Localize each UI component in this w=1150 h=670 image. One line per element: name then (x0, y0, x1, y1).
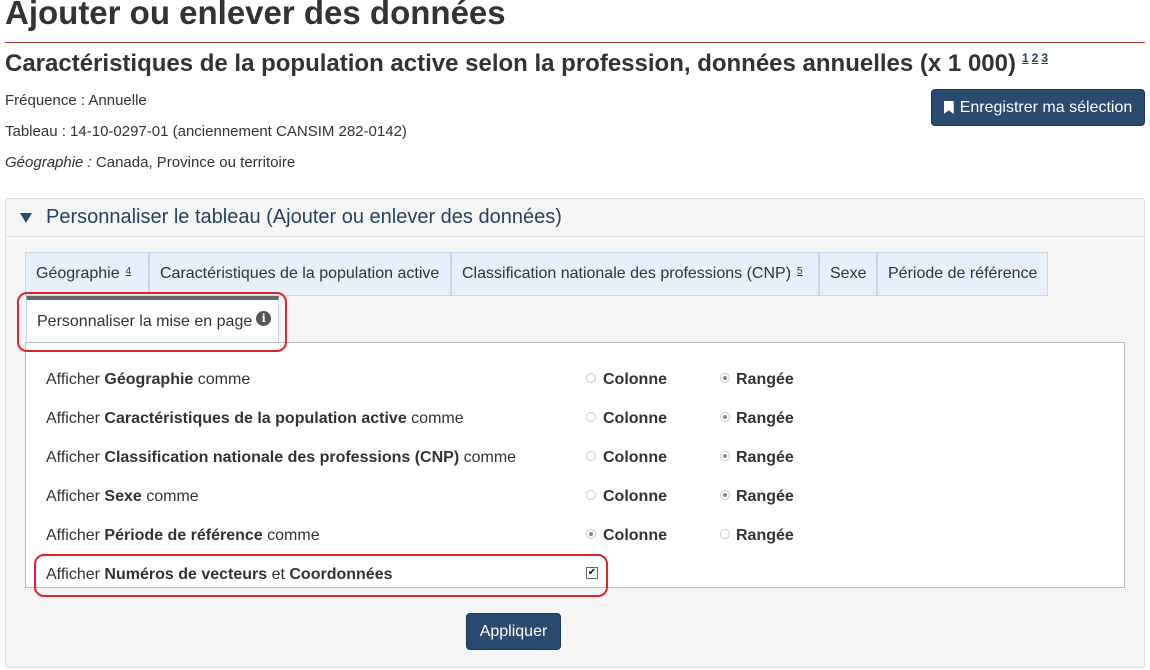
row-prefix: Afficher (46, 488, 105, 505)
layout-row: Afficher Classification nationale des pr… (46, 447, 1106, 471)
triangle-down-icon (20, 212, 32, 223)
geography-value: Canada, Province ou territoire (95, 154, 296, 171)
table-subtitle: Caractéristiques de la population active… (5, 50, 1051, 78)
geography-label: Géographie : (5, 154, 96, 171)
column-option-label[interactable]: Colonne (603, 527, 667, 545)
row-prefix: Afficher (46, 410, 105, 427)
column-option-label[interactable]: Colonne (603, 449, 667, 467)
tab-label: Géographie (36, 265, 120, 282)
customize-panel-title: Personnaliser le tableau (Ajouter ou enl… (46, 206, 562, 228)
save-selection-button[interactable]: Enregistrer ma sélection (931, 89, 1145, 126)
info-icon[interactable]: i (256, 310, 272, 326)
tab-geography[interactable]: Géographie 4 (25, 252, 149, 296)
tab-reference-period[interactable]: Période de référence (877, 252, 1048, 296)
row-label: Afficher Classification nationale des pr… (46, 449, 516, 467)
row-option-label[interactable]: Rangée (736, 488, 794, 506)
bookmark-icon (943, 101, 954, 114)
tab-label: Classification nationale des professions… (462, 265, 792, 282)
vector-coordinates-checkbox[interactable]: ✔ (586, 567, 598, 579)
row-label: Afficher Géographie comme (46, 371, 250, 389)
customize-panel: Personnaliser le tableau (Ajouter ou enl… (5, 198, 1145, 668)
subtitle-text: Caractéristiques de la population active… (5, 50, 1016, 77)
vector-numbers-text: Numéros de vecteurs (104, 566, 268, 583)
frequency-value: Annuelle (88, 92, 147, 109)
vector-label: Afficher Numéros de vecteurs et Coordonn… (46, 566, 393, 584)
footnote-link-3[interactable]: 3 (1041, 51, 1048, 65)
row-radio[interactable] (720, 529, 730, 539)
row-suffix: comme (406, 410, 464, 427)
row-dimension: Géographie (104, 371, 194, 388)
layout-row: Afficher Caractéristiques de la populati… (46, 408, 1106, 432)
row-label: Afficher Sexe comme (46, 488, 199, 506)
layout-row: Afficher Période de référence comme Colo… (46, 525, 1106, 549)
layout-options-box: Afficher Géographie comme Colonne Rangée… (25, 342, 1125, 588)
tab-noc[interactable]: Classification nationale des professions… (451, 252, 819, 296)
row-prefix: Afficher (46, 449, 105, 466)
row-option-label[interactable]: Rangée (736, 527, 794, 545)
tab-footnote[interactable]: 5 (797, 266, 803, 277)
row-radio[interactable] (720, 490, 730, 500)
frequency-label: Fréquence : (5, 92, 89, 109)
save-selection-label: Enregistrer ma sélection (959, 98, 1133, 116)
tab-sex[interactable]: Sexe (819, 252, 877, 296)
column-radio[interactable] (586, 373, 596, 383)
tab-label: Personnaliser la mise en page (37, 313, 253, 330)
row-prefix: Afficher (46, 527, 105, 544)
footnote-link-2[interactable]: 2 (1032, 51, 1039, 65)
column-radio[interactable] (586, 451, 596, 461)
frequency-line: Fréquence : Annuelle (5, 92, 147, 109)
column-radio[interactable] (586, 412, 596, 422)
customize-panel-summary[interactable]: Personnaliser le tableau (Ajouter ou enl… (6, 199, 1144, 237)
vector-prefix: Afficher (46, 566, 105, 583)
vector-coordinates-row: Afficher Numéros de vecteurs et Coordonn… (46, 564, 1106, 588)
title-rule (5, 42, 1145, 43)
tab-label: Caractéristiques de la population active (160, 265, 440, 282)
row-suffix: comme (193, 371, 251, 388)
page-title: Ajouter ou enlever des données (5, 0, 506, 31)
layout-row: Afficher Géographie comme Colonne Rangée (46, 369, 1106, 393)
column-option-label[interactable]: Colonne (603, 488, 667, 506)
row-dimension: Classification nationale des professions… (104, 449, 460, 466)
row-dimension: Sexe (104, 488, 142, 505)
tab-labour-force-characteristics[interactable]: Caractéristiques de la population active (149, 252, 451, 296)
table-line: Tableau : 14-10-0297-01 (anciennement CA… (5, 123, 407, 140)
table-label: Tableau : (5, 123, 71, 140)
column-option-label[interactable]: Colonne (603, 371, 667, 389)
row-option-label[interactable]: Rangée (736, 449, 794, 467)
geography-line: Géographie : Canada, Province ou territo… (5, 154, 295, 171)
column-radio[interactable] (586, 529, 596, 539)
row-suffix: comme (141, 488, 199, 505)
vector-mid: et (267, 566, 290, 583)
column-radio[interactable] (586, 490, 596, 500)
layout-row: Afficher Sexe comme Colonne Rangée (46, 486, 1106, 510)
row-suffix: comme (262, 527, 320, 544)
table-value: 14-10-0297-01 (anciennement CANSIM 282-0… (70, 123, 407, 140)
footnote-link-1[interactable]: 1 (1022, 51, 1029, 65)
coordinates-text: Coordonnées (289, 566, 393, 583)
row-prefix: Afficher (46, 371, 105, 388)
tab-label: Sexe (830, 265, 867, 282)
tab-label: Période de référence (888, 265, 1038, 282)
row-dimension: Caractéristiques de la population active (104, 410, 407, 427)
row-label: Afficher Période de référence comme (46, 527, 320, 545)
tab-customize-layout[interactable]: Personnaliser la mise en page i (26, 296, 279, 344)
row-dimension: Période de référence (104, 527, 263, 544)
row-radio[interactable] (720, 373, 730, 383)
row-radio[interactable] (720, 412, 730, 422)
row-option-label[interactable]: Rangée (736, 371, 794, 389)
row-suffix: comme (459, 449, 517, 466)
column-option-label[interactable]: Colonne (603, 410, 667, 428)
row-option-label[interactable]: Rangée (736, 410, 794, 428)
apply-button[interactable]: Appliquer (466, 613, 561, 650)
row-radio[interactable] (720, 451, 730, 461)
subtitle-refs: 123 (1022, 51, 1051, 65)
row-label: Afficher Caractéristiques de la populati… (46, 410, 464, 428)
tab-footnote[interactable]: 4 (126, 266, 132, 277)
